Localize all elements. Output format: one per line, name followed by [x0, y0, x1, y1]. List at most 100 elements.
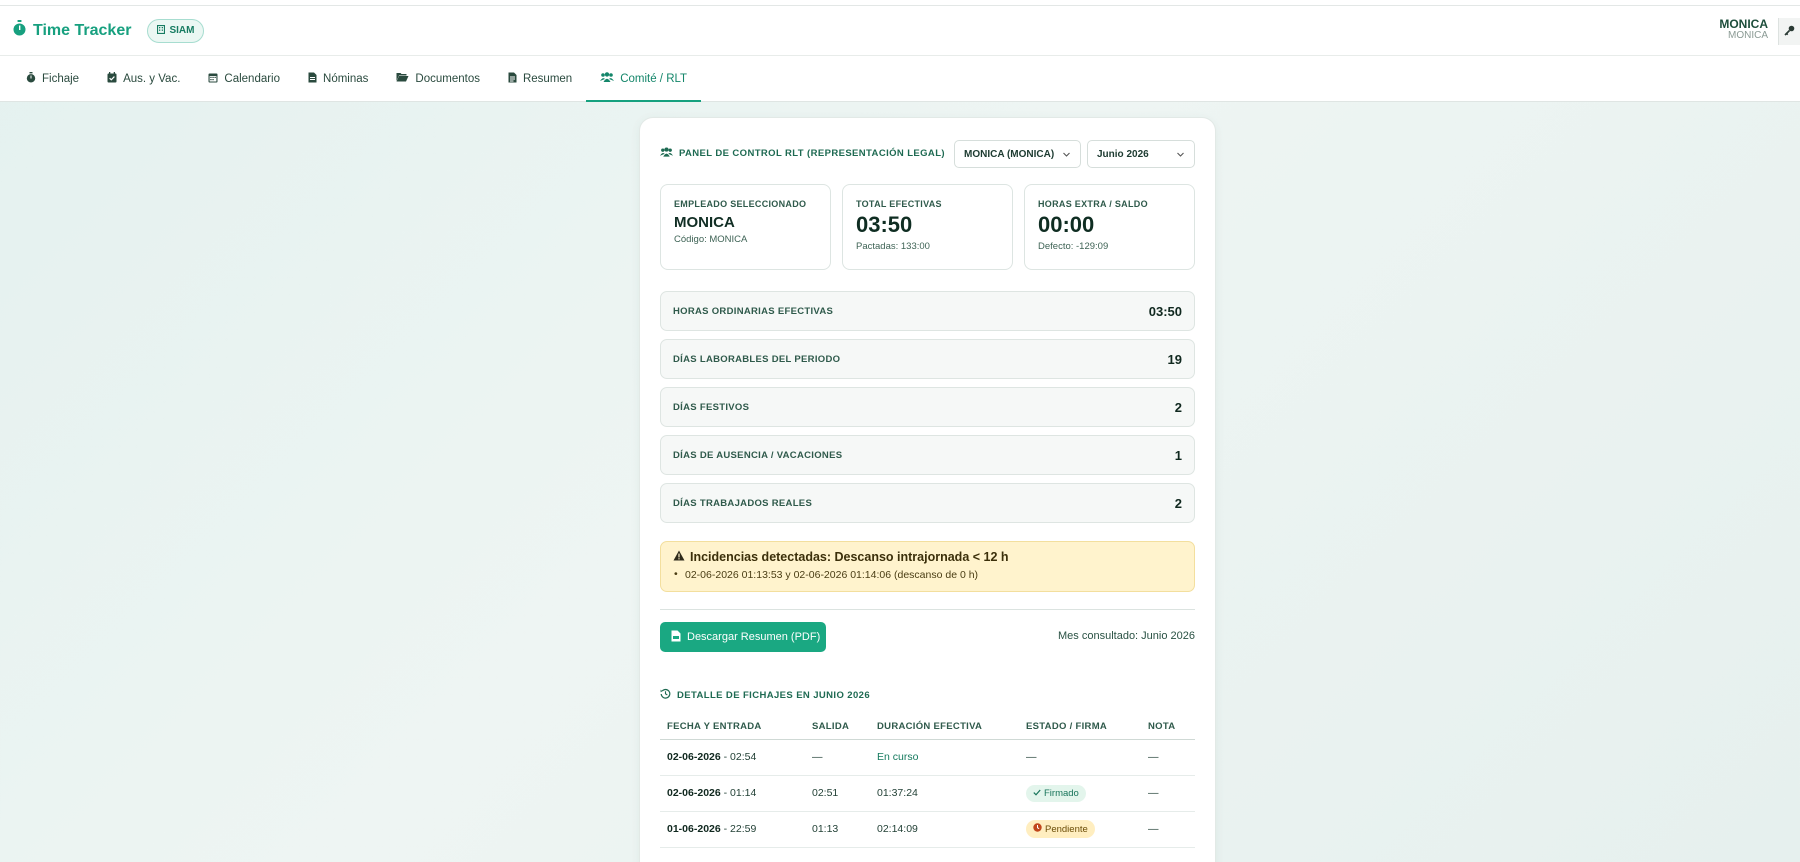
company-badge-label: SIAM — [169, 25, 195, 36]
month-consulted: Mes consultado: Junio 2026 — [1058, 630, 1195, 642]
chevron-down-icon — [1176, 150, 1185, 162]
alert-item: 02-06-2026 01:13:53 y 02-06-2026 01:14:0… — [673, 568, 1182, 581]
download-pdf-button[interactable]: Descargar Resumen (PDF) — [660, 622, 826, 652]
download-pdf-label: Descargar Resumen (PDF) — [687, 631, 821, 643]
tab-label: Resumen — [522, 72, 573, 85]
tab-label: Calendario — [224, 72, 281, 85]
cell-exit: 01:13 — [805, 811, 870, 848]
summary-row-label: DÍAS DE AUSENCIA / VACACIONES — [673, 449, 843, 461]
cell-exit: — — [805, 739, 870, 776]
summary-row-label: HORAS ORDINARIAS EFECTIVAS — [673, 305, 834, 317]
detail-title-text: DETALLE DE FICHAJES EN JUNIO 2026 — [677, 689, 871, 701]
stat-total-efectivas: TOTAL EFECTIVAS 03:50 Pactadas: 133:00 — [842, 184, 1013, 270]
summary-row-label: DÍAS TRABAJADOS REALES — [673, 497, 813, 509]
stat-label: TOTAL EFECTIVAS — [856, 199, 942, 209]
history-icon — [660, 688, 671, 702]
summary-row-value: 03:50 — [1148, 303, 1182, 319]
column-header[interactable]: DURACIÓN EFECTIVA — [870, 715, 1019, 740]
brand[interactable]: Time Tracker — [12, 20, 131, 41]
stat-cards: EMPLEADO SELECCIONADO MONICA Código: MON… — [660, 184, 1195, 270]
cell-note: — — [1141, 739, 1195, 776]
summary-row-value: 2 — [1174, 399, 1182, 415]
employee-select-value: MONICA (MONICA) — [964, 148, 1055, 160]
alert-title: Incidencias detectadas: Descanso intrajo… — [673, 550, 1182, 564]
status-badge-pending: Pendiente — [1026, 820, 1095, 838]
cell-status: Pendiente — [1019, 811, 1141, 848]
key-button[interactable] — [1778, 18, 1800, 45]
tab-label: Aus. y Vac. — [123, 72, 181, 85]
stat-label: HORAS EXTRA / SALDO — [1038, 199, 1148, 209]
cell-status: Firmado — [1019, 775, 1141, 812]
building-icon — [157, 24, 166, 37]
tab-comite-rlt[interactable]: Comité / RLT — [586, 56, 701, 102]
file-invoice-icon — [308, 72, 317, 86]
column-header[interactable]: FECHA Y ENTRADA — [660, 715, 805, 740]
stopwatch-icon — [12, 20, 27, 41]
tab-documentos[interactable]: Documentos — [382, 56, 494, 101]
company-badge[interactable]: SIAM — [147, 18, 205, 43]
month-select-value: Junio 2026 — [1097, 148, 1149, 160]
clock-icon — [1033, 823, 1042, 835]
table-row[interactable]: 02-06-2026 - 01:14 02:51 01:37:24 Firmad… — [660, 775, 1195, 812]
tab-ausencias[interactable]: Aus. y Vac. — [93, 56, 194, 101]
cell-duration: 02:14:09 — [870, 811, 1019, 848]
summary-row-value: 19 — [1167, 351, 1182, 367]
tab-nominas[interactable]: Nóminas — [294, 56, 382, 101]
summary-row-value: 2 — [1174, 495, 1182, 511]
tab-label: Comité / RLT — [620, 72, 688, 85]
check-icon — [1033, 788, 1041, 799]
stat-label: EMPLEADO SELECCIONADO — [674, 199, 807, 209]
divider — [660, 609, 1195, 610]
summary-row: DÍAS FESTIVOS 2 — [660, 387, 1195, 427]
stat-value: MONICA — [674, 214, 735, 231]
app-header: Time Tracker SIAM MONICA MONICA — [0, 6, 1800, 56]
column-header[interactable]: SALIDA — [805, 715, 870, 740]
file-pdf-icon — [671, 630, 681, 645]
status-badge-label: Pendiente — [1045, 823, 1088, 835]
cell-note: — — [1141, 811, 1195, 848]
cell-duration: En curso — [870, 739, 1019, 776]
summary-row-label: DÍAS FESTIVOS — [673, 401, 750, 413]
status-text: — — [1026, 751, 1037, 763]
column-header[interactable]: NOTA — [1141, 715, 1195, 740]
status-badge-signed: Firmado — [1026, 784, 1086, 802]
stat-sub: Pactadas: 133:00 — [856, 241, 930, 252]
cell-date-entry: 01-06-2026 - 22:59 — [660, 811, 805, 848]
summary-row-value: 1 — [1174, 447, 1182, 463]
panel-title-text: PANEL DE CONTROL RLT (REPRESENTACIÓN LEG… — [679, 148, 945, 159]
users-icon — [660, 147, 673, 160]
stat-sub: Defecto: -129:09 — [1038, 241, 1109, 252]
cell-date: 02-06-2026 — [667, 751, 721, 763]
employee-select[interactable]: MONICA (MONICA) — [954, 140, 1081, 168]
alert-title-text: Incidencias detectadas: Descanso intrajo… — [690, 550, 1009, 564]
chevron-down-icon — [1062, 150, 1071, 162]
tab-calendario[interactable]: Calendario — [194, 56, 294, 101]
incidents-alert: Incidencias detectadas: Descanso intrajo… — [660, 541, 1195, 592]
table-header-row: FECHA Y ENTRADA SALIDA DURACIÓN EFECTIVA… — [660, 715, 1195, 740]
summary-row-label: DÍAS LABORABLES DEL PERIODO — [673, 353, 841, 365]
cell-date: 01-06-2026 — [667, 823, 721, 835]
column-header[interactable]: ESTADO / FIRMA — [1019, 715, 1141, 740]
tab-label: Documentos — [415, 72, 480, 85]
cell-exit: 02:51 — [805, 775, 870, 812]
key-icon — [1784, 23, 1795, 41]
rlt-panel-card: PANEL DE CONTROL RLT (REPRESENTACIÓN LEG… — [639, 117, 1216, 862]
users-icon — [600, 72, 615, 85]
table-row[interactable]: 01-06-2026 - 22:59 01:13 02:14:09 Pendie… — [660, 811, 1195, 848]
detail-title: DETALLE DE FICHAJES EN JUNIO 2026 — [660, 688, 870, 702]
tab-resumen[interactable]: Resumen — [494, 56, 586, 101]
stat-value: 03:50 — [856, 212, 913, 237]
summary-row: DÍAS TRABAJADOS REALES 2 — [660, 483, 1195, 523]
status-badge-label: Firmado — [1044, 787, 1079, 799]
warning-icon — [673, 550, 685, 564]
fichajes-table: FECHA Y ENTRADA SALIDA DURACIÓN EFECTIVA… — [660, 715, 1195, 848]
table-row[interactable]: 02-06-2026 - 02:54 — En curso — — — [660, 739, 1195, 776]
month-select[interactable]: Junio 2026 — [1087, 140, 1195, 168]
stat-employee: EMPLEADO SELECCIONADO MONICA Código: MON… — [660, 184, 831, 270]
cell-entry: - 01:14 — [723, 787, 757, 799]
tab-fichaje[interactable]: Fichaje — [12, 56, 93, 101]
user-info[interactable]: MONICA MONICA — [1719, 18, 1768, 41]
summary-row: HORAS ORDINARIAS EFECTIVAS 03:50 — [660, 291, 1195, 331]
cell-date: 02-06-2026 — [667, 787, 721, 799]
cell-status: — — [1019, 739, 1141, 776]
